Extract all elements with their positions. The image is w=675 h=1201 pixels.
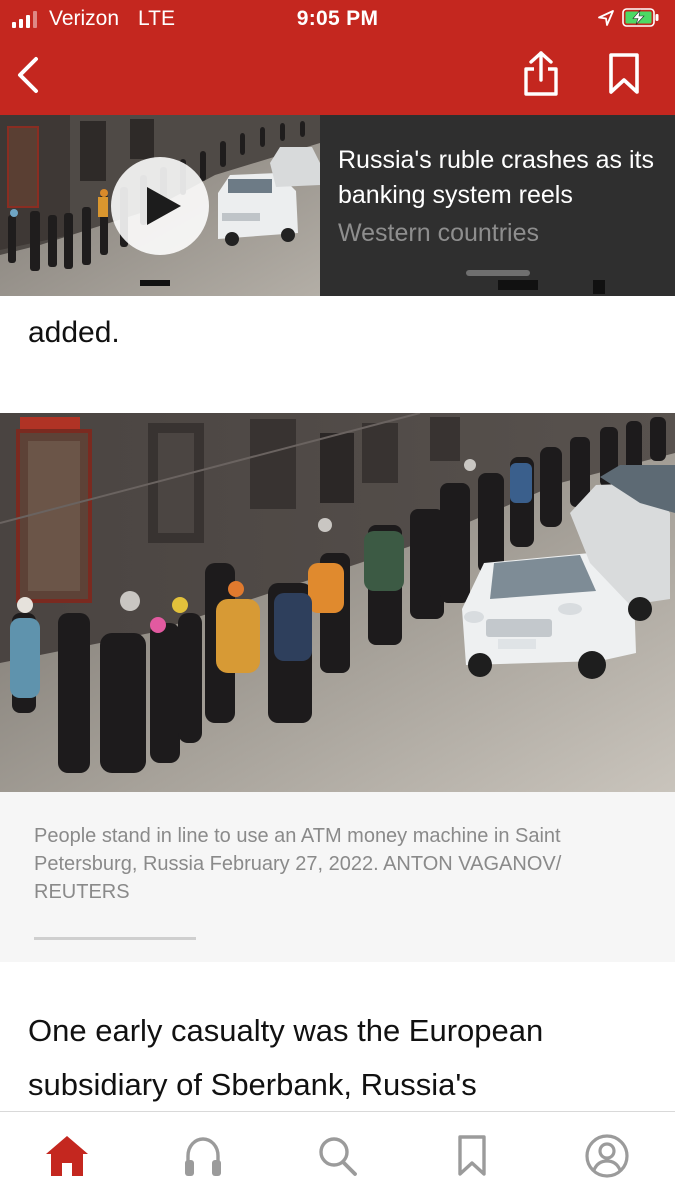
article-paragraph: One early casualty was the European subs…	[28, 1013, 544, 1102]
video-title: Russia's ruble crashes as its banking sy…	[338, 146, 655, 209]
obscured-text-line	[28, 280, 648, 296]
location-arrow-icon	[598, 10, 614, 26]
article-paragraph-end: added.	[28, 316, 120, 349]
play-icon	[147, 187, 181, 225]
profile-icon	[585, 1134, 629, 1178]
tab-profile[interactable]	[582, 1132, 632, 1180]
share-button[interactable]	[520, 50, 562, 98]
caption-divider	[34, 937, 196, 940]
bottom-tab-bar	[0, 1111, 675, 1201]
tab-search[interactable]	[312, 1132, 362, 1180]
search-icon	[319, 1137, 357, 1176]
photo-caption: People stand in line to use an ATM money…	[34, 825, 562, 903]
status-bar: Verizon LTE 9:05 PM	[0, 0, 675, 40]
bookmark-icon	[609, 53, 639, 94]
bookmark-button[interactable]	[604, 52, 644, 96]
clock: 9:05 PM	[296, 7, 379, 30]
share-icon	[524, 51, 558, 96]
mini-player-info[interactable]: Russia's ruble crashes as its banking sy…	[320, 115, 675, 296]
mini-video-player[interactable]: Russia's ruble crashes as its banking sy…	[0, 115, 675, 296]
drag-handle[interactable]	[466, 270, 530, 276]
back-button[interactable]	[12, 55, 46, 95]
headphones-icon	[185, 1137, 221, 1176]
home-icon	[46, 1136, 88, 1176]
video-subtitle: Western countries	[338, 219, 540, 247]
photo-caption-box: People stand in line to use an ATM money…	[0, 792, 675, 962]
atm-line-photo	[0, 413, 675, 792]
back-icon	[18, 57, 38, 93]
article-photo[interactable]	[0, 413, 675, 792]
tab-home[interactable]	[42, 1132, 92, 1180]
battery-charging-icon	[622, 8, 659, 27]
play-button[interactable]	[111, 157, 209, 255]
tab-audio[interactable]	[178, 1132, 228, 1180]
video-thumbnail[interactable]	[0, 115, 320, 296]
tab-saved[interactable]	[447, 1132, 497, 1180]
bookmark-icon	[458, 1135, 486, 1176]
top-bar: Verizon LTE 9:05 PM	[0, 0, 675, 115]
